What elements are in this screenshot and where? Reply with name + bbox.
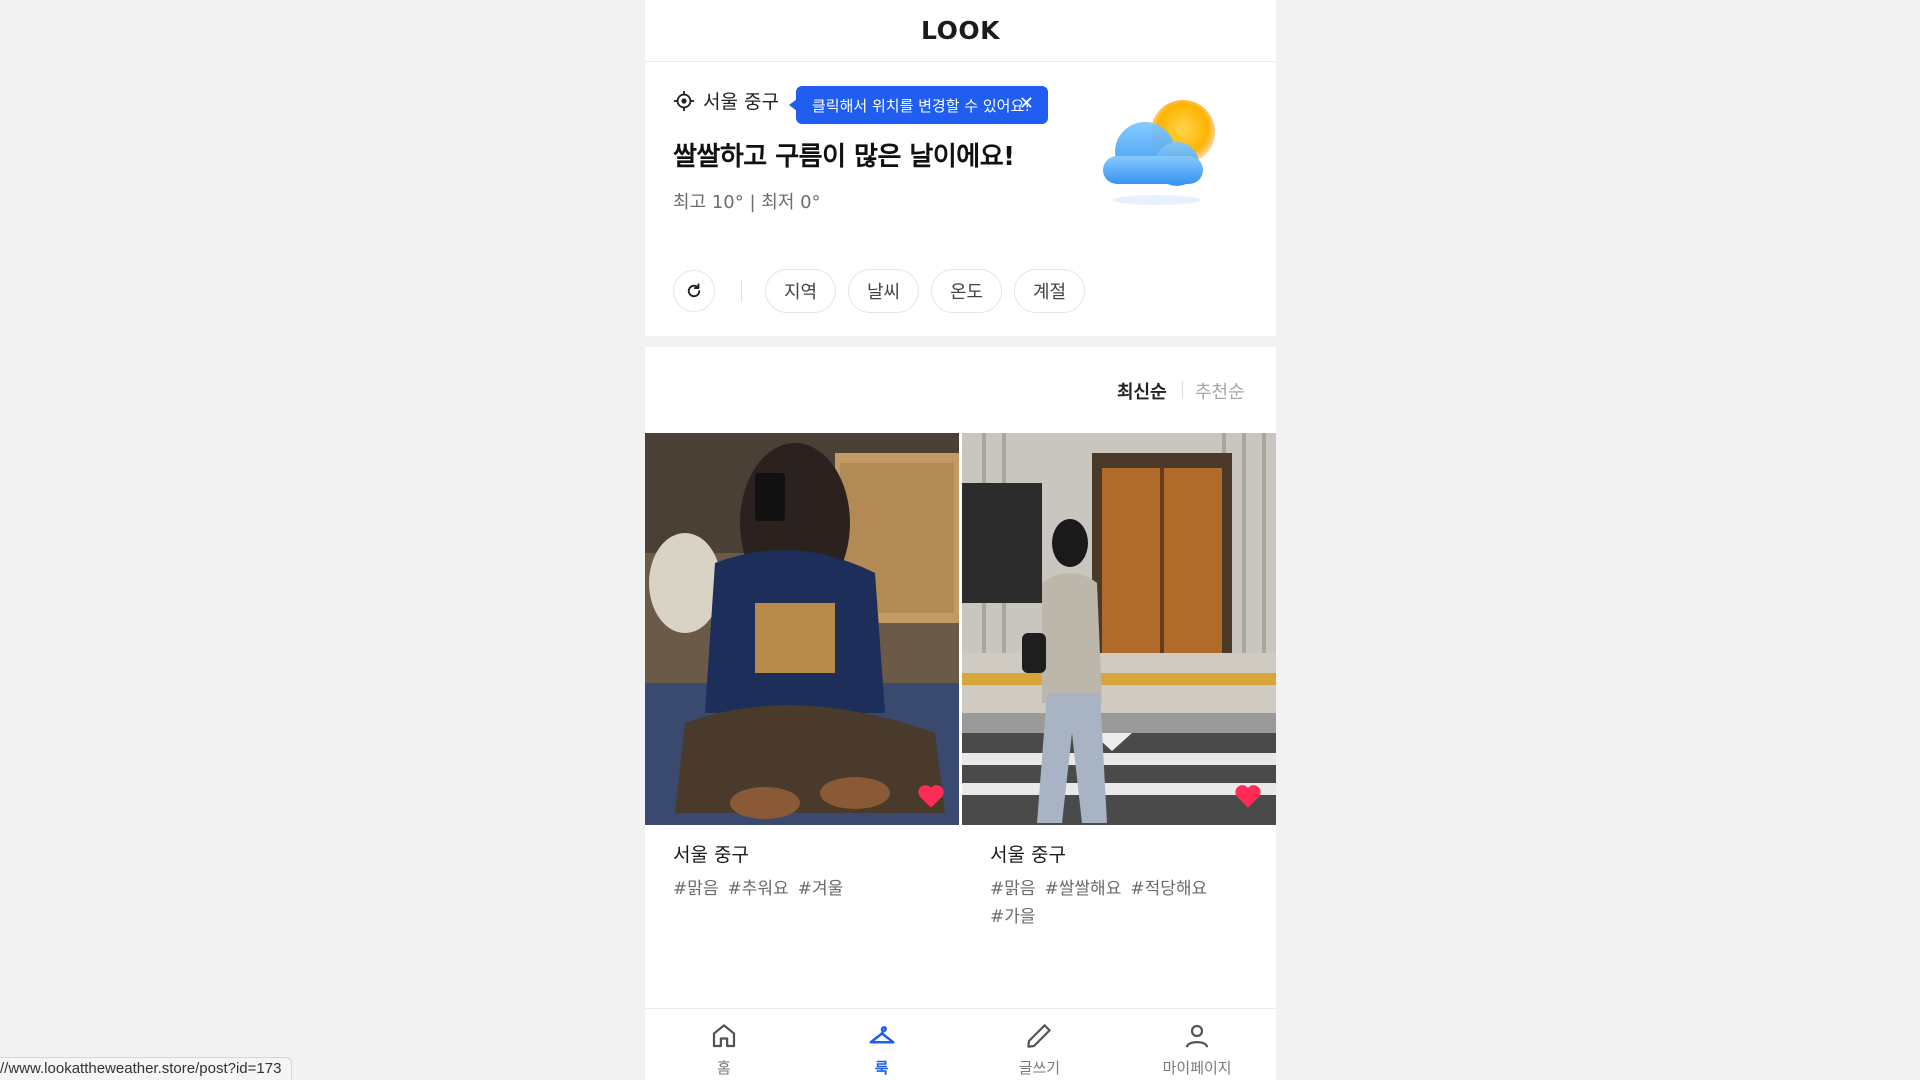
filter-chip-region[interactable]: 지역 — [765, 269, 837, 313]
filter-chip-temperature[interactable]: 온도 — [931, 269, 1003, 313]
outfit-photo-image — [645, 433, 959, 825]
home-icon — [712, 1024, 735, 1048]
bottom-navigation: 홈 룩 글쓰기 마이페이지 — [645, 1008, 1276, 1080]
refresh-button[interactable] — [673, 270, 715, 312]
tag: #추워요 — [727, 879, 789, 899]
nav-label: 글쓰기 — [1018, 1059, 1061, 1077]
heart-icon[interactable] — [1234, 783, 1262, 809]
location-target-icon — [673, 90, 695, 111]
weather-headline: 쌀쌀하고 구름이 많은 날이에요! — [673, 142, 1015, 172]
post-card[interactable]: 서울 중구 #맑음 #추워요 #겨울 — [645, 433, 959, 899]
temperature-range: 최고 10° | 최저 0° — [673, 192, 821, 213]
app-title: LOOK — [921, 16, 1000, 45]
link-status-bar: //www.lookattheweather.store/post?id=173 — [0, 1057, 293, 1080]
cloud-sun-icon — [1103, 100, 1215, 205]
post-photo[interactable] — [645, 433, 959, 825]
location-label: 서울 중구 — [703, 91, 779, 113]
tag: #적당해요 — [1130, 879, 1208, 899]
filter-chip-season[interactable]: 계절 — [1014, 269, 1086, 313]
sort-divider — [1182, 381, 1183, 399]
tag: #쌀쌀해요 — [1044, 879, 1122, 899]
post-tags: #맑음 #추워요 #겨울 — [673, 875, 923, 903]
tooltip-text: 클릭해서 위치를 변경할 수 있어요! — [812, 96, 1031, 115]
pencil-icon — [1027, 1024, 1052, 1048]
nav-item-write[interactable]: 글쓰기 — [961, 1009, 1119, 1080]
post-location: 서울 중구 — [673, 844, 749, 866]
nav-item-home[interactable]: 홈 — [645, 1009, 803, 1080]
nav-label: 룩 — [874, 1059, 889, 1077]
filter-chip-weather[interactable]: 날씨 — [848, 269, 920, 313]
location-tooltip: 클릭해서 위치를 변경할 수 있어요! ✕ — [789, 86, 1048, 124]
user-icon — [1186, 1024, 1209, 1048]
heart-icon[interactable] — [917, 783, 945, 809]
post-location: 서울 중구 — [990, 844, 1066, 866]
app-header: LOOK — [645, 0, 1276, 62]
hanger-icon — [869, 1026, 895, 1044]
nav-label: 마이페이지 — [1162, 1059, 1232, 1077]
post-card[interactable]: 서울 중구 #맑음 #쌀쌀해요 #적당해요 #가을 — [962, 433, 1276, 927]
tooltip-close-icon[interactable]: ✕ — [1019, 95, 1034, 113]
look-app: LOOK 서울 중구 클릭해서 위치를 변경할 수 있어요! ✕ 쌀쌀하고 구름… — [645, 0, 1276, 1080]
location-selector[interactable]: 서울 중구 — [673, 87, 779, 114]
refresh-icon — [687, 283, 701, 298]
post-photo[interactable] — [962, 433, 1276, 825]
nav-label: 홈 — [716, 1059, 731, 1077]
filter-separator — [741, 280, 742, 302]
sort-recommended-button[interactable]: 추천순 — [1195, 378, 1245, 404]
nav-item-mypage[interactable]: 마이페이지 — [1118, 1009, 1276, 1080]
tag: #가을 — [990, 907, 1036, 927]
outfit-photo-image — [962, 433, 1276, 825]
tag: #맑음 — [673, 879, 719, 899]
tag: #겨울 — [797, 879, 844, 899]
sort-latest-button[interactable]: 최신순 — [1117, 378, 1167, 404]
tag: #맑음 — [990, 879, 1036, 899]
post-tags: #맑음 #쌀쌀해요 #적당해요 #가을 — [990, 875, 1240, 931]
nav-item-look[interactable]: 룩 — [803, 1009, 961, 1080]
section-divider — [645, 336, 1276, 347]
